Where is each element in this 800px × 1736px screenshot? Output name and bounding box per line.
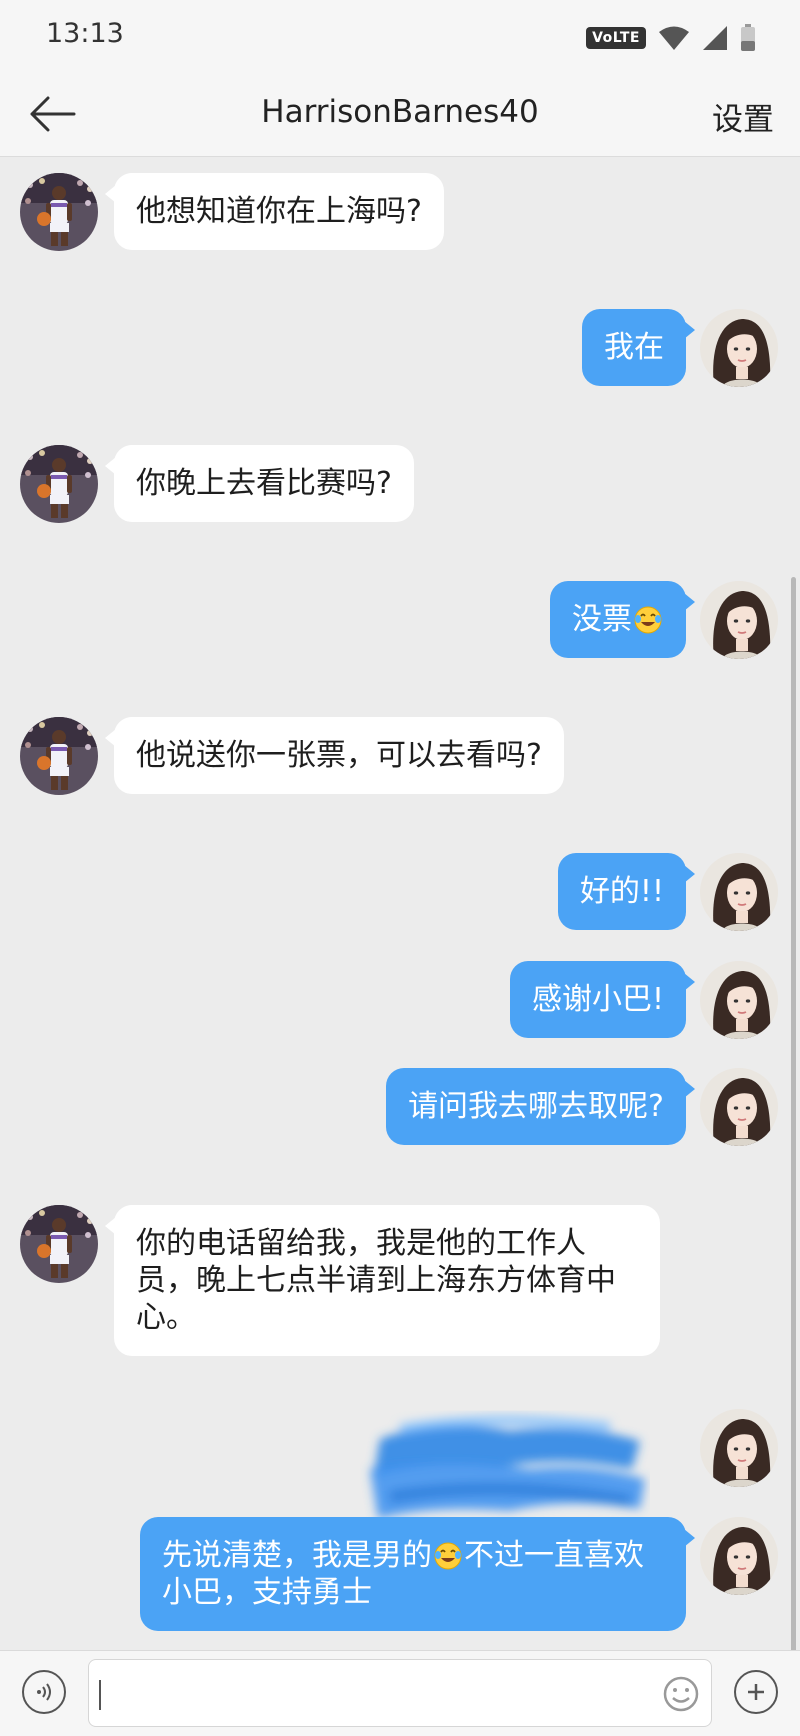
message-bubble[interactable]: 我在 bbox=[582, 309, 695, 386]
message-text: 我在 bbox=[604, 330, 664, 365]
message-text: 感谢小巴! bbox=[531, 982, 664, 1017]
status-time: 13:13 bbox=[46, 18, 124, 49]
plus-button[interactable] bbox=[734, 1670, 778, 1714]
avatar[interactable] bbox=[20, 1205, 98, 1283]
settings-button[interactable]: 设置 bbox=[712, 94, 774, 139]
message-text: 先说清楚，我是男的 bbox=[162, 1538, 432, 1573]
avatar[interactable] bbox=[700, 309, 778, 387]
message-bubble[interactable]: 好的!! bbox=[557, 853, 696, 930]
text-caret bbox=[99, 1680, 101, 1710]
tears-of-joy-emoji-icon bbox=[633, 605, 663, 635]
smiley-icon[interactable] bbox=[661, 1674, 701, 1714]
message-text: 不过一直喜欢 bbox=[464, 1538, 644, 1573]
plus-icon bbox=[748, 1684, 764, 1700]
avatar[interactable] bbox=[20, 173, 98, 251]
input-bar bbox=[0, 1650, 800, 1736]
message-bubble[interactable]: 你的电话留给我，我是他的工作人 员，晚上七点半请到上海东方体育中 心。 bbox=[105, 1205, 660, 1356]
message-bubble[interactable]: 感谢小巴! bbox=[509, 961, 696, 1038]
avatar[interactable] bbox=[700, 581, 778, 659]
status-icons: VoLTE bbox=[586, 22, 756, 54]
page-title: HarrisonBarnes40 bbox=[261, 94, 539, 130]
tears-of-joy-emoji-icon bbox=[433, 1541, 463, 1571]
message-text: 好的!! bbox=[579, 874, 664, 909]
volte-badge: VoLTE bbox=[586, 27, 646, 49]
avatar[interactable] bbox=[700, 961, 778, 1039]
back-button[interactable] bbox=[26, 90, 80, 138]
avatar[interactable] bbox=[20, 717, 98, 795]
message-input[interactable] bbox=[88, 1659, 712, 1727]
wifi-icon bbox=[659, 26, 689, 50]
voice-icon bbox=[37, 1683, 51, 1701]
redaction-scribble bbox=[370, 1415, 645, 1519]
arrow-left-icon bbox=[30, 96, 76, 132]
message-text: 请问我去哪去取呢? bbox=[408, 1089, 664, 1124]
signal-icon bbox=[703, 26, 727, 50]
message-bubble[interactable]: 先说清楚，我是男的 不过一直喜欢 小巴，支持勇士 bbox=[140, 1517, 695, 1631]
status-bar: 13:13 VoLTE bbox=[0, 0, 800, 72]
message-bubble[interactable]: 请问我去哪去取呢? bbox=[386, 1068, 695, 1145]
message-text: 他想知道你在上海吗? bbox=[136, 194, 422, 229]
message-text-line: 心。 bbox=[136, 1300, 196, 1335]
message-text-line: 员，晚上七点半请到上海东方体育中 bbox=[136, 1263, 616, 1298]
avatar[interactable] bbox=[700, 853, 778, 931]
message-text: 他说送你一张票，可以去看吗? bbox=[136, 738, 542, 773]
avatar[interactable] bbox=[700, 1068, 778, 1146]
voice-button[interactable] bbox=[22, 1670, 66, 1714]
message-text-line: 小巴，支持勇士 bbox=[162, 1575, 372, 1610]
battery-icon bbox=[741, 24, 755, 51]
message-text-line: 先说清楚，我是男的 不过一直喜欢 bbox=[162, 1537, 664, 1574]
chat-area[interactable]: 他想知道你在上海吗? 我在 你晚上去看比赛吗? 没票 他说送你一张票，可以去看吗… bbox=[0, 157, 800, 1650]
message-text: 你晚上去看比赛吗? bbox=[136, 466, 392, 501]
message-bubble[interactable]: 他说送你一张票，可以去看吗? bbox=[105, 717, 564, 794]
avatar[interactable] bbox=[700, 1409, 778, 1487]
message-text: 没票 bbox=[572, 602, 632, 637]
message-bubble[interactable]: 他想知道你在上海吗? bbox=[105, 173, 444, 250]
message-bubble[interactable]: 没票 bbox=[550, 581, 695, 658]
avatar[interactable] bbox=[20, 445, 98, 523]
scrollbar[interactable] bbox=[791, 577, 796, 1650]
chat-header: HarrisonBarnes40 设置 bbox=[0, 72, 800, 157]
message-bubble[interactable]: 你晚上去看比赛吗? bbox=[105, 445, 414, 522]
message-text-line: 你的电话留给我，我是他的工作人 bbox=[136, 1226, 586, 1261]
avatar[interactable] bbox=[700, 1517, 778, 1595]
